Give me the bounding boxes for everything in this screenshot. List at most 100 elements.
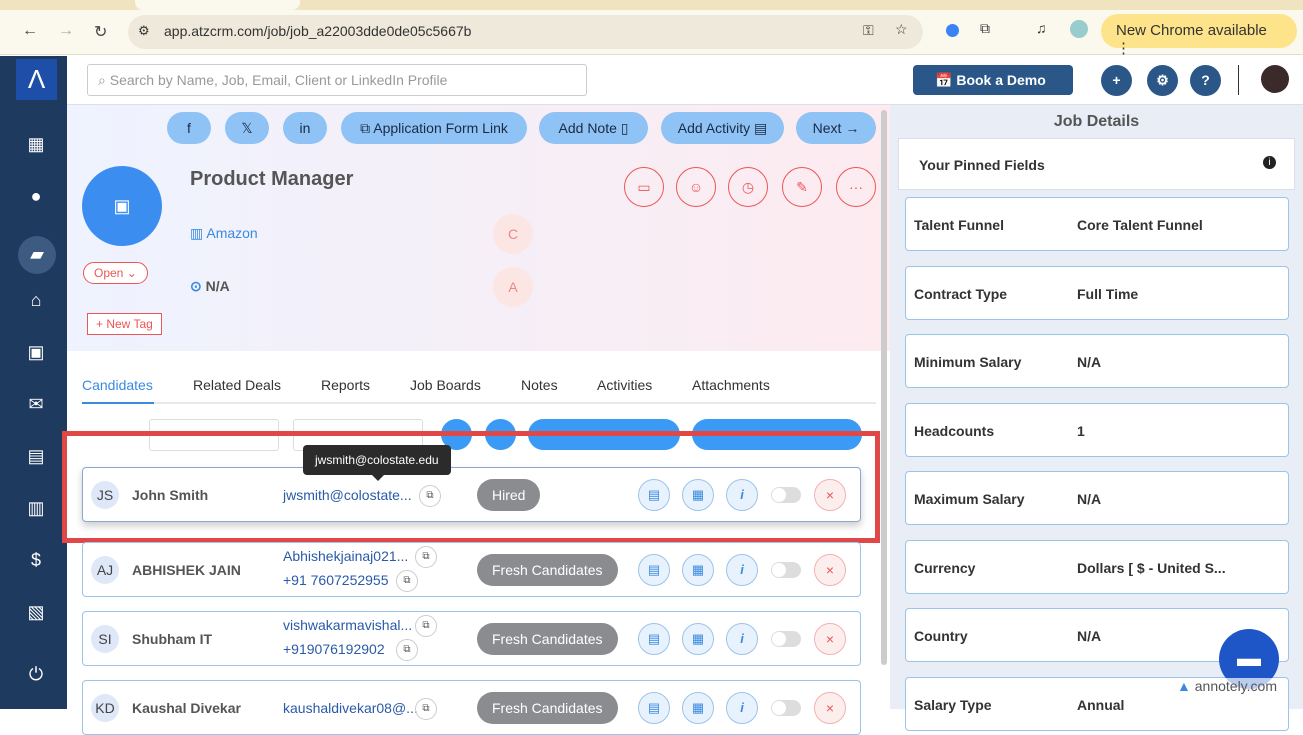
- remove-icon[interactable]: ×: [814, 554, 846, 586]
- new-tag-button[interactable]: + New Tag: [87, 313, 162, 335]
- candidate-phone[interactable]: +91 7607252955: [283, 572, 389, 588]
- tab-reports[interactable]: Reports: [321, 377, 370, 393]
- candidate-row[interactable]: SI Shubham IT vishwakarmavishal... ⧉ +91…: [82, 611, 861, 666]
- candidate-row[interactable]: KD Kaushal Divekar kaushaldivekar08@... …: [82, 680, 861, 735]
- gear-icon[interactable]: ⚙: [1147, 65, 1178, 96]
- next-button[interactable]: Next →: [796, 112, 876, 144]
- back-icon[interactable]: ←: [22, 22, 38, 40]
- pinned-field: Talent Funnel Core Talent Funnel: [905, 197, 1289, 251]
- browser-tab[interactable]: [135, 0, 300, 10]
- copy-icon[interactable]: ⧉: [396, 639, 418, 661]
- copy-icon[interactable]: ⧉: [415, 546, 437, 568]
- puzzle-icon[interactable]: ⧉: [980, 20, 990, 37]
- candidate-name[interactable]: ABHISHEK JAIN: [132, 562, 241, 578]
- document-icon[interactable]: ▤: [638, 479, 670, 511]
- contacts-icon[interactable]: ▣: [24, 342, 48, 364]
- person-icon[interactable]: ●: [24, 186, 48, 208]
- info-icon[interactable]: i: [726, 692, 758, 724]
- toggle[interactable]: [771, 631, 801, 647]
- toggle[interactable]: [771, 700, 801, 716]
- candidate-row[interactable]: JS John Smith jwsmith@colostate... ⧉ Hir…: [82, 467, 861, 522]
- tab-candidates[interactable]: Candidates: [82, 377, 153, 393]
- extension-icon[interactable]: [946, 24, 959, 37]
- remove-icon[interactable]: ×: [814, 479, 846, 511]
- status-dropdown[interactable]: Open ⌄: [83, 262, 148, 284]
- company-link[interactable]: ▥ Amazon: [190, 225, 258, 242]
- tab-attachments[interactable]: Attachments: [692, 377, 770, 393]
- candidate-name[interactable]: Shubham IT: [132, 631, 212, 647]
- help-icon[interactable]: ?: [1190, 65, 1221, 96]
- facebook-button[interactable]: f: [167, 112, 211, 144]
- copy-icon[interactable]: ⧉: [415, 698, 437, 720]
- briefcase-icon[interactable]: ▰: [18, 236, 56, 274]
- copy-icon[interactable]: ⧉: [415, 615, 437, 637]
- logo[interactable]: Λ: [16, 59, 57, 100]
- remove-icon[interactable]: ×: [814, 692, 846, 724]
- add-icon[interactable]: +: [1101, 65, 1132, 96]
- application-form-link-button[interactable]: ⧉ Application Form Link: [341, 112, 527, 144]
- copy-icon[interactable]: ⧉: [419, 485, 441, 507]
- billing-icon[interactable]: ▧: [24, 602, 48, 624]
- info-icon[interactable]: i: [726, 479, 758, 511]
- edit-icon[interactable]: ✎: [782, 167, 822, 207]
- tab-job-boards[interactable]: Job Boards: [410, 377, 481, 393]
- user-icon[interactable]: ☺: [676, 167, 716, 207]
- add-note-button[interactable]: Add Note ▯: [539, 112, 648, 144]
- document-icon[interactable]: ▤: [638, 554, 670, 586]
- chrome-update-button[interactable]: New Chrome available ⋮: [1101, 14, 1297, 57]
- calendar-icon[interactable]: ▦: [682, 479, 714, 511]
- media-icon[interactable]: ♫: [1036, 20, 1047, 36]
- info-icon[interactable]: i: [726, 623, 758, 655]
- candidate-row[interactable]: AJ ABHISHEK JAIN Abhishekjainaj021... ⧉ …: [82, 542, 861, 597]
- toggle[interactable]: [771, 562, 801, 578]
- stage-badge[interactable]: Fresh Candidates: [477, 692, 618, 724]
- add-activity-button[interactable]: Add Activity ▤: [661, 112, 784, 144]
- stage-badge[interactable]: Fresh Candidates: [477, 623, 618, 655]
- calendar-icon[interactable]: ▦: [682, 554, 714, 586]
- star-icon[interactable]: ☆: [895, 21, 908, 38]
- scrollbar[interactable]: [881, 110, 887, 665]
- clock-icon[interactable]: ◷: [728, 167, 768, 207]
- candidate-phone[interactable]: +919076192902: [283, 641, 385, 657]
- document-icon[interactable]: ▤: [638, 692, 670, 724]
- address-bar[interactable]: ⚙ app.atzcrm.com/job/job_a22003dde0de05c5…: [128, 15, 923, 49]
- stage-badge[interactable]: Hired: [477, 479, 541, 511]
- candidate-name[interactable]: John Smith: [132, 487, 208, 503]
- info-icon[interactable]: i: [1263, 156, 1276, 169]
- calendar-icon[interactable]: ▤: [24, 446, 48, 468]
- tab-notes[interactable]: Notes: [521, 377, 558, 393]
- tab-activities[interactable]: Activities: [597, 377, 652, 393]
- document-icon[interactable]: ▤: [638, 623, 670, 655]
- remove-icon[interactable]: ×: [814, 623, 846, 655]
- calendar-icon[interactable]: ▦: [682, 692, 714, 724]
- dollar-icon[interactable]: $: [24, 550, 48, 572]
- tab-related-deals[interactable]: Related Deals: [193, 377, 281, 393]
- candidate-email[interactable]: Abhishekjainaj021...: [283, 548, 408, 564]
- search-input[interactable]: ⌕ Search by Name, Job, Email, Client or …: [87, 64, 587, 96]
- linkedin-button[interactable]: in: [283, 112, 327, 144]
- more-icon[interactable]: ···: [836, 167, 876, 207]
- reports-icon[interactable]: ▥: [24, 498, 48, 520]
- copy-icon[interactable]: ⧉: [396, 570, 418, 592]
- x-button[interactable]: 𝕏: [225, 112, 269, 144]
- mail-icon[interactable]: ✉: [24, 394, 48, 416]
- message-icon[interactable]: ▭: [624, 167, 664, 207]
- avatar[interactable]: [1261, 65, 1289, 93]
- candidate-email[interactable]: kaushaldivekar08@...: [283, 700, 418, 716]
- stage-badge[interactable]: Fresh Candidates: [477, 554, 618, 586]
- candidate-email[interactable]: vishwakarmavishal...: [283, 617, 412, 633]
- candidate-name[interactable]: Kaushal Divekar: [132, 700, 241, 716]
- key-icon[interactable]: ⚿: [863, 22, 874, 39]
- dashboard-icon[interactable]: ▦: [24, 134, 48, 156]
- forward-icon[interactable]: →: [58, 22, 74, 40]
- store-add-icon[interactable]: ⌂: [24, 290, 48, 312]
- profile-icon[interactable]: [1070, 20, 1088, 38]
- reload-icon[interactable]: ↻: [94, 22, 107, 42]
- site-info-icon[interactable]: ⚙: [138, 23, 150, 39]
- info-icon[interactable]: i: [726, 554, 758, 586]
- calendar-icon[interactable]: ▦: [682, 623, 714, 655]
- toggle[interactable]: [771, 487, 801, 503]
- book-demo-button[interactable]: 📅 Book a Demo: [913, 65, 1073, 95]
- candidate-email[interactable]: jwsmith@colostate...: [283, 487, 412, 503]
- power-icon[interactable]: ⏻: [24, 664, 48, 686]
